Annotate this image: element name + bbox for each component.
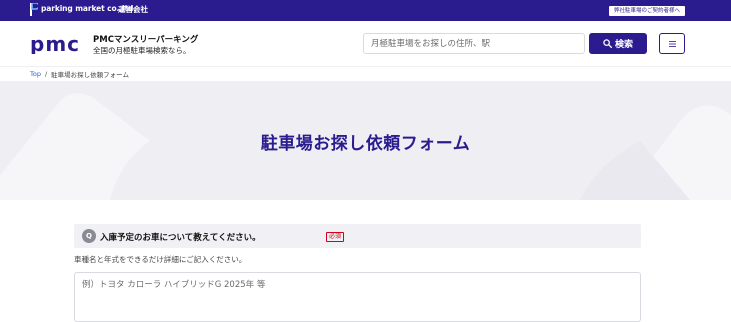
breadcrumb-current: 駐車場お探し依頼フォーム xyxy=(51,71,129,79)
contract-holder-button[interactable]: 弊社駐車場のご契約者様へ xyxy=(609,6,685,16)
brand-name: PMCマンスリーパーキング xyxy=(93,35,199,45)
hero-banner: 駐車場お探し依頼フォーム xyxy=(0,81,731,200)
required-badge: 必須 xyxy=(326,232,345,242)
page-title: 駐車場お探し依頼フォーム xyxy=(260,134,471,154)
svg-text:pmc: pmc xyxy=(30,35,80,54)
field-hint: 車種名と年式をできるだけ詳細にご記入ください。 xyxy=(74,255,247,264)
question-text: 入庫予定のお車について教えてください。 xyxy=(100,233,261,243)
operator-link[interactable]: 運営会社 xyxy=(118,4,148,15)
search-icon xyxy=(603,39,612,48)
question-badge: Q xyxy=(82,229,96,243)
hamburger-icon xyxy=(668,40,676,47)
top-bar: parking market co.,ltd. 運営会社 弊社駐車場のご契約者様… xyxy=(0,0,731,21)
search-button-label: 検索 xyxy=(614,40,633,50)
question-header: Q 入庫予定のお車について教えてください。 必須 xyxy=(74,224,641,248)
search-input[interactable] xyxy=(363,33,585,54)
breadcrumb-separator: / xyxy=(44,70,48,78)
breadcrumb-top-link[interactable]: Top xyxy=(30,70,41,78)
search-button[interactable]: 検索 xyxy=(589,33,647,54)
pmc-logo[interactable]: pmc xyxy=(30,35,82,54)
site-header: pmc PMCマンスリーパーキング 全国の月極駐車場検索なら。 検索 xyxy=(0,21,731,67)
breadcrumb: Top / 駐車場お探し依頼フォーム xyxy=(30,69,129,79)
parking-market-logo-icon xyxy=(30,3,38,16)
menu-button[interactable] xyxy=(659,33,685,54)
brand-tagline: 全国の月極駐車場検索なら。 xyxy=(93,46,191,55)
car-model-field[interactable] xyxy=(74,272,641,322)
